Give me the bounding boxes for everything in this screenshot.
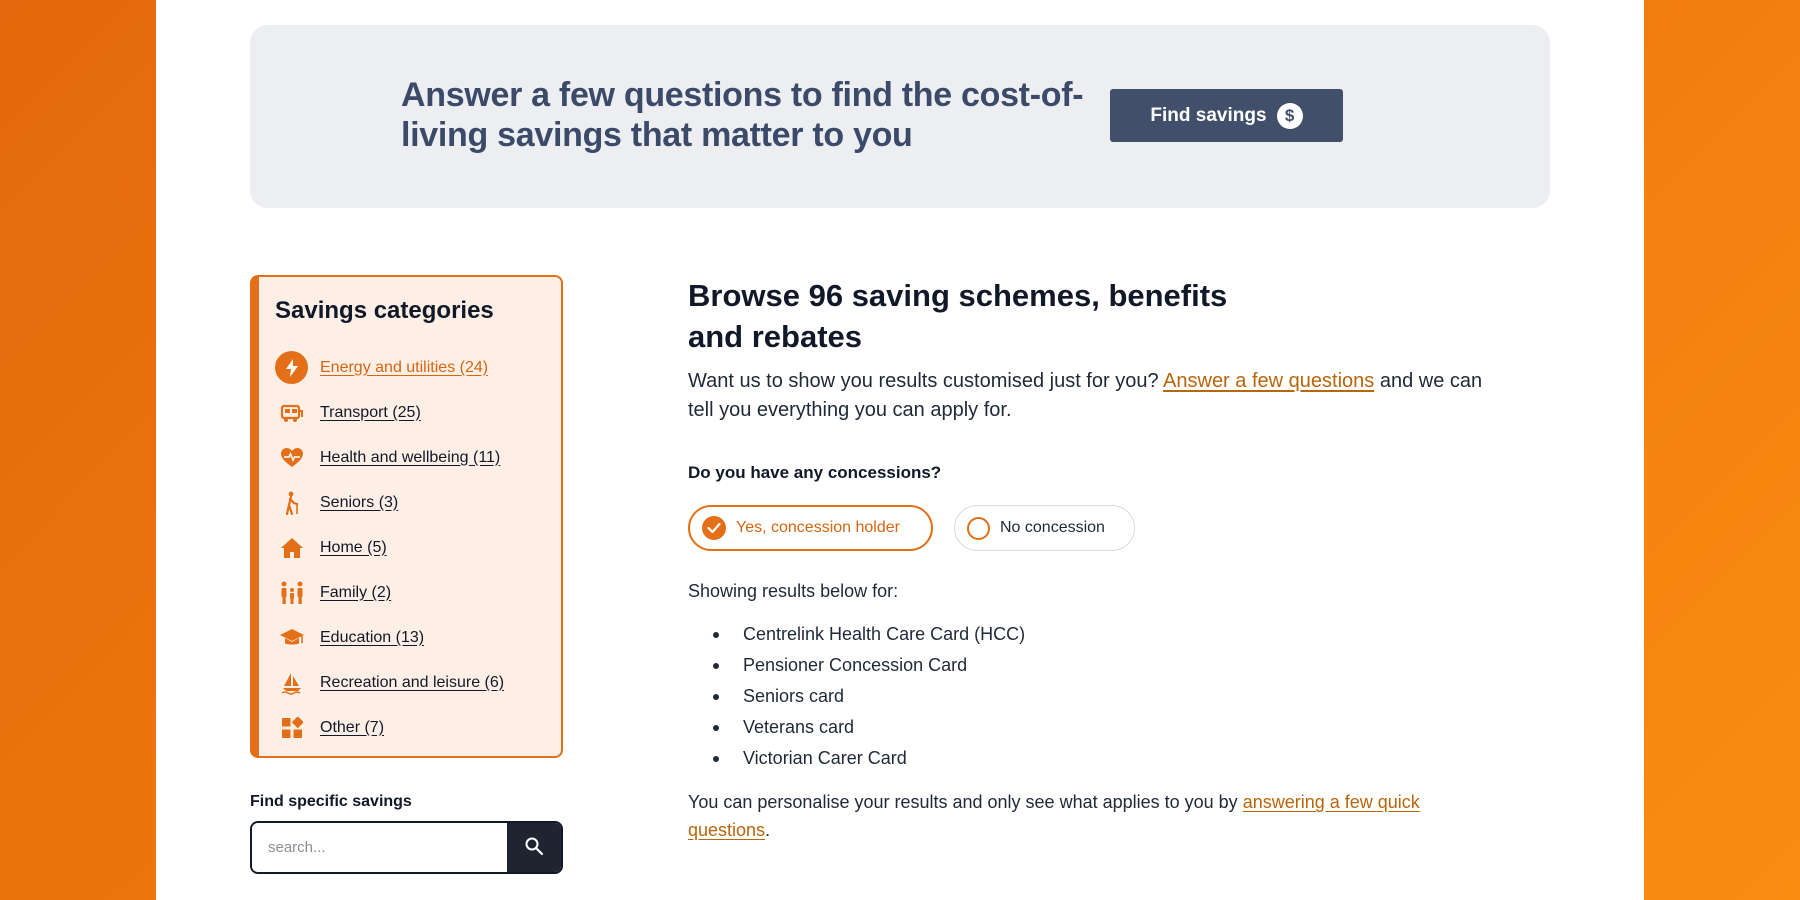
find-savings-button[interactable]: Find savings $ bbox=[1110, 89, 1343, 142]
concession-holder-label: Yes, concession holder bbox=[736, 519, 900, 536]
bus-icon bbox=[275, 396, 308, 429]
category-home[interactable]: Home (5) bbox=[275, 525, 504, 570]
category-label[interactable]: Transport (25) bbox=[320, 404, 421, 422]
dollar-icon: $ bbox=[1276, 102, 1303, 129]
intro-text: Want us to show you results customised j… bbox=[688, 367, 1488, 425]
personalise-text-start: You can personalise your results and onl… bbox=[688, 792, 1243, 812]
find-specific-savings-label: Find specific savings bbox=[250, 793, 412, 810]
category-energy[interactable]: Energy and utilities (24) bbox=[275, 345, 504, 390]
category-label[interactable]: Energy and utilities (24) bbox=[320, 359, 488, 377]
category-label[interactable]: Recreation and leisure (6) bbox=[320, 674, 504, 692]
category-family[interactable]: Family (2) bbox=[275, 570, 504, 615]
check-icon bbox=[702, 516, 726, 540]
graduation-cap-icon bbox=[275, 621, 308, 654]
category-list: Energy and utilities (24) Transport (25)… bbox=[275, 345, 504, 750]
list-item: Veterans card bbox=[713, 712, 1025, 743]
category-label[interactable]: Home (5) bbox=[320, 539, 387, 557]
category-label[interactable]: Other (7) bbox=[320, 719, 384, 737]
category-label[interactable]: Seniors (3) bbox=[320, 494, 398, 512]
intro-text-start: Want us to show you results customised j… bbox=[688, 370, 1164, 392]
house-icon bbox=[275, 531, 308, 564]
category-other[interactable]: Other (7) bbox=[275, 705, 504, 750]
category-health[interactable]: Health and wellbeing (11) bbox=[275, 435, 504, 480]
category-seniors[interactable]: Seniors (3) bbox=[275, 480, 504, 525]
category-label[interactable]: Education (13) bbox=[320, 629, 424, 647]
list-item: Seniors card bbox=[713, 681, 1025, 712]
personalise-text: You can personalise your results and onl… bbox=[688, 788, 1448, 844]
family-icon bbox=[275, 576, 308, 609]
answer-questions-link[interactable]: Answer a few questions bbox=[1163, 370, 1374, 392]
find-savings-banner: Answer a few questions to find the cost-… bbox=[250, 25, 1550, 208]
concession-card-list: Centrelink Health Care Card (HCC) Pensio… bbox=[713, 619, 1025, 774]
lightning-icon bbox=[275, 351, 308, 384]
page-title: Browse 96 saving schemes, benefits and r… bbox=[688, 278, 1228, 354]
search-input[interactable] bbox=[252, 823, 507, 872]
find-savings-label: Find savings bbox=[1150, 104, 1267, 126]
category-label[interactable]: Family (2) bbox=[320, 584, 391, 602]
radio-circle-icon bbox=[967, 516, 990, 540]
category-recreation[interactable]: Recreation and leisure (6) bbox=[275, 660, 504, 705]
sidebar-title: Savings categories bbox=[275, 297, 494, 324]
search-icon bbox=[524, 836, 544, 859]
category-transport[interactable]: Transport (25) bbox=[275, 390, 504, 435]
search-button[interactable] bbox=[507, 823, 561, 872]
search-box bbox=[250, 821, 563, 874]
walking-cane-icon bbox=[275, 486, 308, 519]
no-concession-label: No concession bbox=[1000, 519, 1105, 536]
sailboat-icon bbox=[275, 666, 308, 699]
concession-holder-option[interactable]: Yes, concession holder bbox=[688, 505, 933, 551]
personalise-text-end: . bbox=[765, 820, 771, 840]
grid-icon bbox=[275, 711, 308, 744]
category-education[interactable]: Education (13) bbox=[275, 615, 504, 660]
category-label[interactable]: Health and wellbeing (11) bbox=[320, 449, 500, 467]
showing-results-label: Showing results below for: bbox=[688, 581, 899, 601]
savings-categories-panel: Savings categories Energy and utilities … bbox=[250, 275, 563, 758]
no-concession-option[interactable]: No concession bbox=[954, 505, 1135, 551]
banner-heading: Answer a few questions to find the cost-… bbox=[401, 76, 1084, 154]
list-item: Pensioner Concession Card bbox=[713, 650, 1025, 681]
list-item: Centrelink Health Care Card (HCC) bbox=[713, 619, 1025, 650]
page: Answer a few questions to find the cost-… bbox=[156, 0, 1644, 900]
heart-icon bbox=[275, 441, 308, 474]
list-item: Victorian Carer Card bbox=[713, 743, 1025, 774]
concessions-question: Do you have any concessions? bbox=[688, 463, 942, 482]
